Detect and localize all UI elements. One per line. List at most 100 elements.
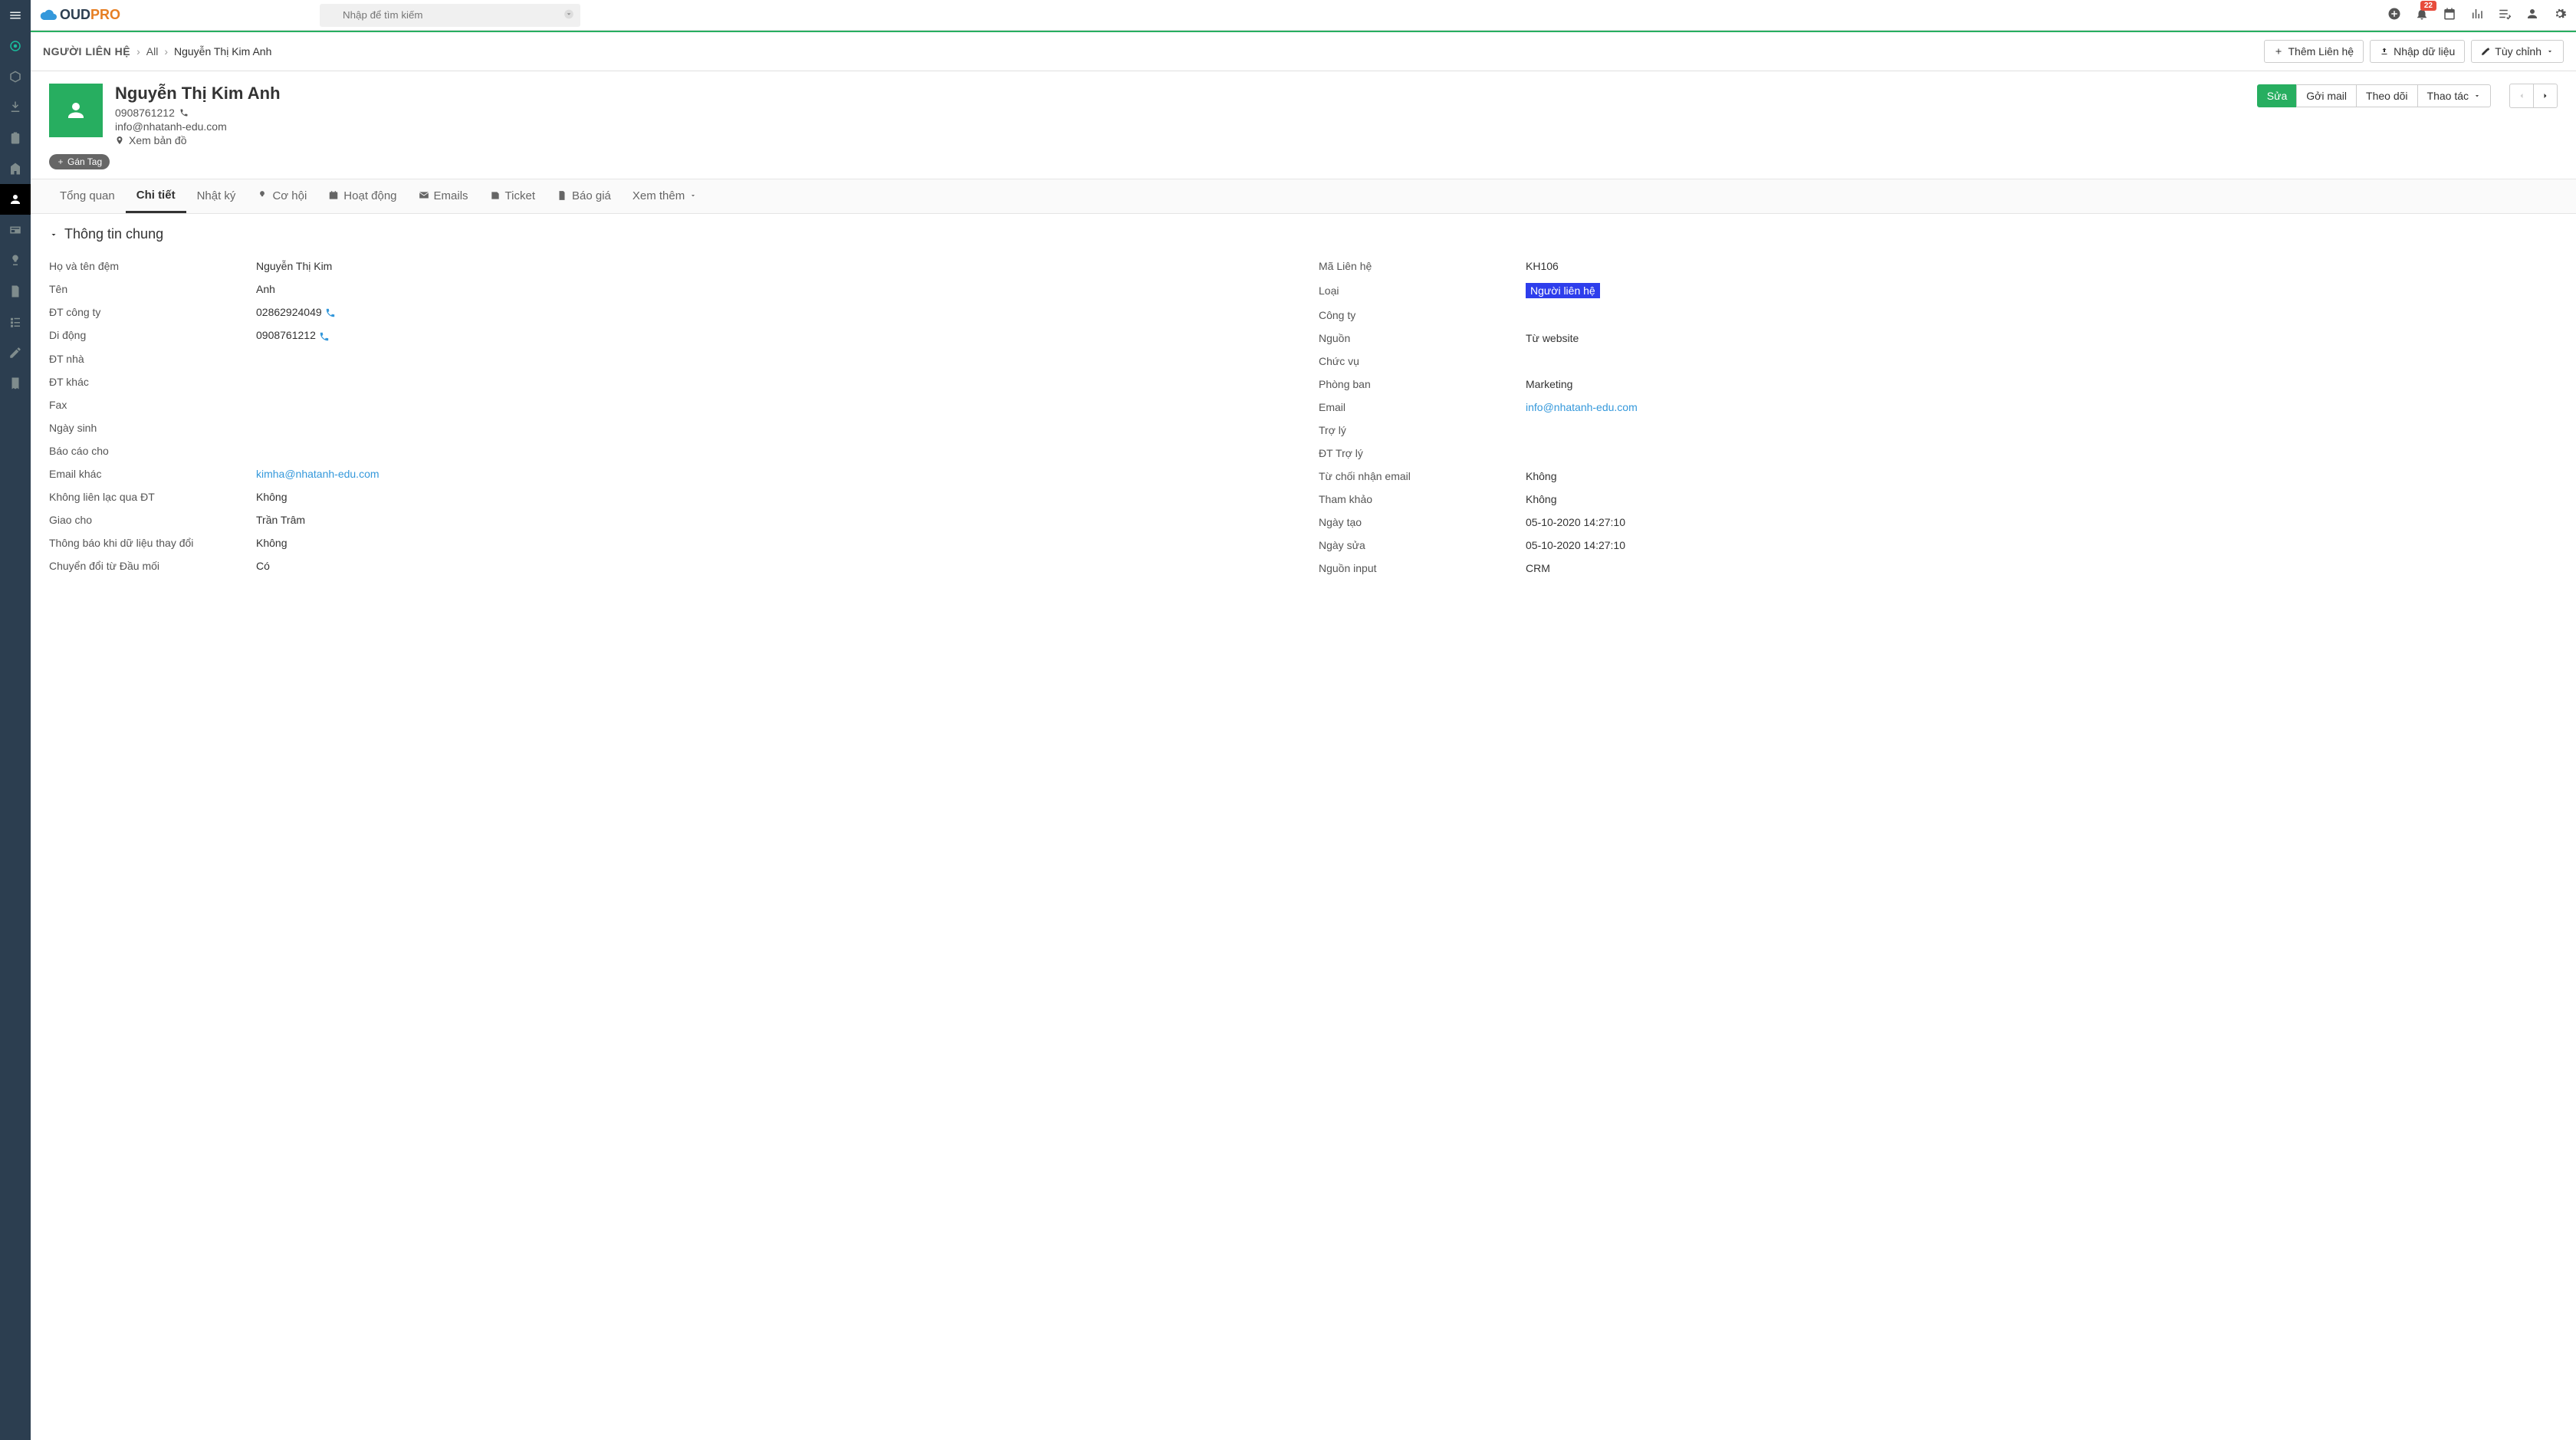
tab-opportunity[interactable]: Cơ hội xyxy=(246,180,317,213)
field-value[interactable]: info@nhatanh-edu.com xyxy=(1526,401,2558,413)
field-value: CRM xyxy=(1526,562,2558,574)
field-value: KH106 xyxy=(1526,260,2558,272)
customize-button[interactable]: Tùy chỉnh xyxy=(2471,40,2564,63)
left-sidebar xyxy=(0,0,31,1440)
detail-row: Nguồn inputCRM xyxy=(1319,557,2558,580)
tab-detail[interactable]: Chi tiết xyxy=(126,179,186,213)
send-mail-button[interactable]: Gởi mail xyxy=(2296,84,2357,107)
field-label: Từ chối nhận email xyxy=(1319,470,1526,482)
detail-row: Fax xyxy=(49,393,1288,416)
nav-target-icon[interactable] xyxy=(0,31,31,61)
breadcrumb-all[interactable]: All xyxy=(146,45,159,58)
nav-doc-icon[interactable] xyxy=(0,276,31,307)
field-label: Phòng ban xyxy=(1319,378,1526,390)
nav-box-icon[interactable] xyxy=(0,61,31,92)
field-value: Có xyxy=(256,560,1288,572)
add-icon[interactable] xyxy=(2387,7,2401,23)
calendar-icon[interactable] xyxy=(2443,7,2456,23)
field-label: ĐT Trợ lý xyxy=(1319,447,1526,459)
breadcrumb: NGƯỜI LIÊN HỆ › All › Nguyễn Thị Kim Anh xyxy=(43,45,271,58)
field-label: ĐT công ty xyxy=(49,306,256,318)
field-value: Từ website xyxy=(1526,332,2558,344)
field-label: Giao cho xyxy=(49,514,256,526)
profile-email[interactable]: info@nhatanh-edu.com xyxy=(115,120,227,133)
tab-quote[interactable]: Báo giá xyxy=(546,180,622,213)
nav-clipboard-icon[interactable] xyxy=(0,123,31,153)
detail-row: Ngày tạo05-10-2020 14:27:10 xyxy=(1319,511,2558,534)
field-label: Ngày tạo xyxy=(1319,516,1526,528)
type-tag: Người liên hệ xyxy=(1526,283,1600,298)
field-label: Email xyxy=(1319,401,1526,413)
search-input[interactable] xyxy=(320,4,580,27)
next-record-button[interactable] xyxy=(2533,84,2558,108)
edit-button[interactable]: Sửa xyxy=(2257,84,2298,107)
phone-icon[interactable] xyxy=(325,307,336,318)
more-actions-button[interactable]: Thao tác xyxy=(2417,84,2491,107)
field-label: Chức vụ xyxy=(1319,355,1526,367)
add-tag-button[interactable]: Gán Tag xyxy=(49,154,110,169)
detail-row: Thông báo khi dữ liệu thay đổiKhông xyxy=(49,531,1288,554)
nav-card-icon[interactable] xyxy=(0,215,31,245)
task-icon[interactable] xyxy=(2498,7,2512,23)
breadcrumb-module[interactable]: NGƯỜI LIÊN HỆ xyxy=(43,45,130,58)
field-value: Không xyxy=(256,491,1288,503)
tab-activity[interactable]: Hoạt động xyxy=(317,180,407,213)
field-value: Marketing xyxy=(1526,378,2558,390)
field-label: Thông báo khi dữ liệu thay đổi xyxy=(49,537,256,549)
field-value: Nguyễn Thị Kim xyxy=(256,260,1288,272)
field-value[interactable]: 02862924049 xyxy=(256,306,1288,318)
field-label: ĐT nhà xyxy=(49,353,256,365)
chart-icon[interactable] xyxy=(2470,7,2484,23)
phone-icon[interactable] xyxy=(319,331,330,342)
tab-ticket[interactable]: Ticket xyxy=(479,180,546,213)
map-pin-icon xyxy=(115,136,124,145)
tab-more[interactable]: Xem thêm xyxy=(622,180,708,213)
detail-row: Tham khảoKhông xyxy=(1319,488,2558,511)
detail-row: Emailinfo@nhatanh-edu.com xyxy=(1319,396,2558,419)
notification-icon[interactable]: 22 xyxy=(2415,7,2429,23)
field-value[interactable]: kimha@nhatanh-edu.com xyxy=(256,468,1288,480)
nav-edit-icon[interactable] xyxy=(0,337,31,368)
nav-list-icon[interactable] xyxy=(0,307,31,337)
detail-row: Ngày sinh xyxy=(49,416,1288,439)
field-value[interactable]: 0908761212 xyxy=(256,329,1288,341)
view-map-link[interactable]: Xem bản đồ xyxy=(129,134,187,146)
field-label: Fax xyxy=(49,399,256,411)
field-label: Không liên lạc qua ĐT xyxy=(49,491,256,503)
add-contact-button[interactable]: Thêm Liên hệ xyxy=(2264,40,2364,63)
field-label: Báo cáo cho xyxy=(49,445,256,457)
nav-hand-icon[interactable] xyxy=(0,92,31,123)
hamburger-menu[interactable] xyxy=(0,0,31,31)
detail-row: Mã Liên hệKH106 xyxy=(1319,255,2558,278)
logo[interactable]: OUDPRO xyxy=(40,7,120,23)
profile-header: Nguyễn Thị Kim Anh 0908761212 info@nhata… xyxy=(31,71,2576,154)
tab-diary[interactable]: Nhật ký xyxy=(186,180,247,213)
nav-invoice-icon[interactable] xyxy=(0,368,31,399)
detail-row: Ngày sửa05-10-2020 14:27:10 xyxy=(1319,534,2558,557)
detail-row: Email kháckimha@nhatanh-edu.com xyxy=(49,462,1288,485)
field-value: Anh xyxy=(256,283,1288,295)
field-label: Ngày sinh xyxy=(49,422,256,434)
detail-row: Chuyển đổi từ Đầu mốiCó xyxy=(49,554,1288,577)
field-label: Công ty xyxy=(1319,309,1526,321)
tab-emails[interactable]: Emails xyxy=(408,180,479,213)
search-dropdown-icon[interactable] xyxy=(564,8,574,21)
detail-row: Chức vụ xyxy=(1319,350,2558,373)
tab-overview[interactable]: Tổng quan xyxy=(49,180,126,213)
detail-row: Di động0908761212 xyxy=(49,324,1288,347)
nav-contact-icon[interactable] xyxy=(0,184,31,215)
nav-building-icon[interactable] xyxy=(0,153,31,184)
field-label: Nguồn input xyxy=(1319,562,1526,574)
import-button[interactable]: Nhập dữ liệu xyxy=(2370,40,2465,63)
detail-row: ĐT nhà xyxy=(49,347,1288,370)
detail-row: Phòng banMarketing xyxy=(1319,373,2558,396)
user-icon[interactable] xyxy=(2525,7,2539,23)
settings-icon[interactable] xyxy=(2553,7,2567,23)
field-label: Nguồn xyxy=(1319,332,1526,344)
quote-icon xyxy=(557,190,567,201)
nav-money-icon[interactable] xyxy=(0,245,31,276)
section-header-general[interactable]: Thông tin chung xyxy=(49,226,2558,242)
detail-row: Giao choTrần Trâm xyxy=(49,508,1288,531)
follow-button[interactable]: Theo dõi xyxy=(2356,84,2417,107)
profile-phone[interactable]: 0908761212 xyxy=(115,107,175,119)
